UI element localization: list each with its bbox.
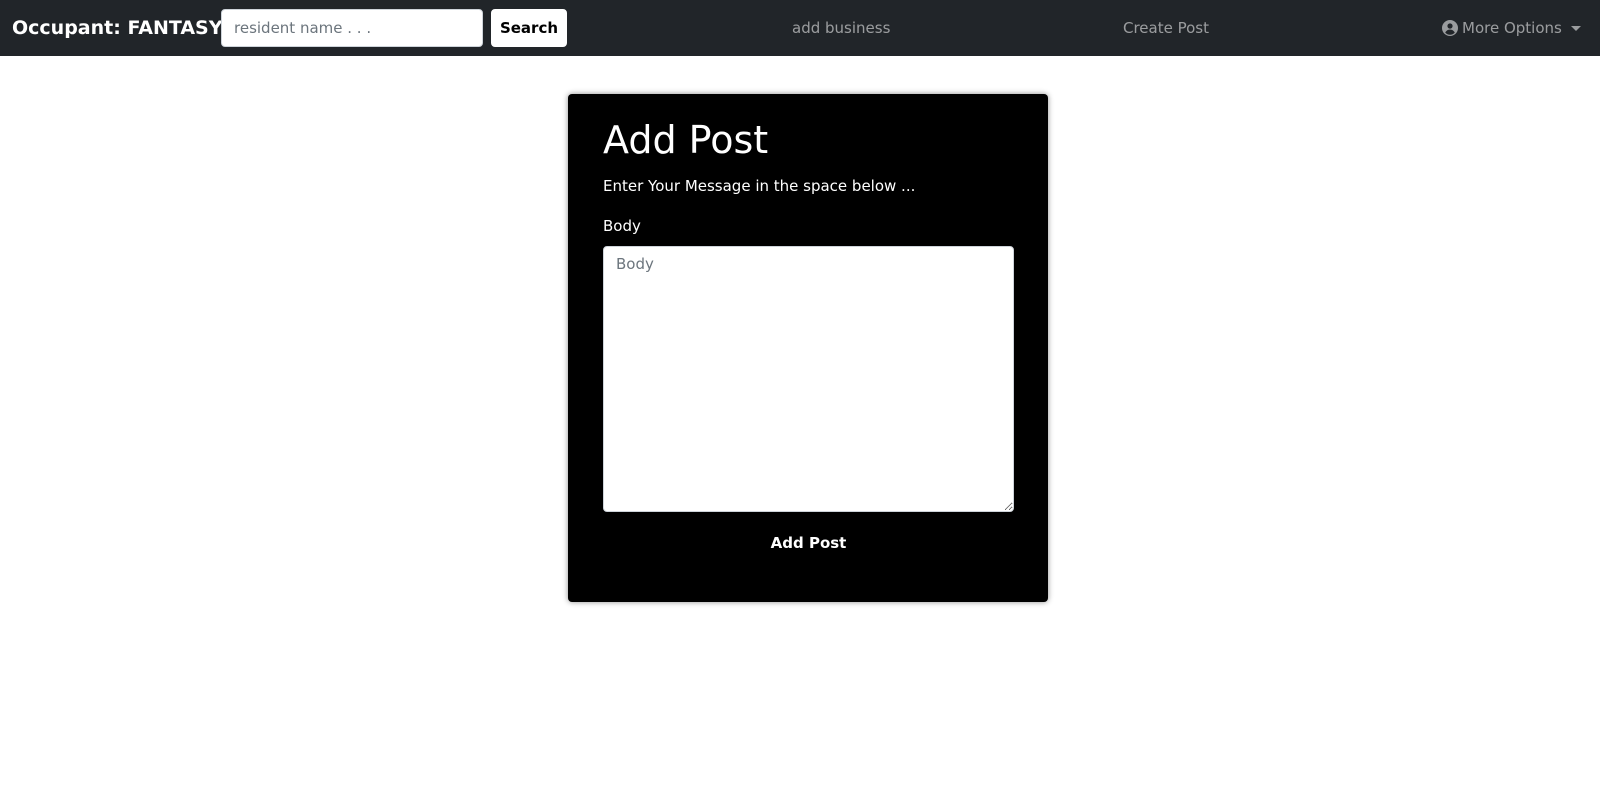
add-post-button[interactable]: Add Post (603, 525, 1014, 561)
form-instructions: Enter Your Message in the space below ..… (603, 177, 916, 195)
user-circle-icon (1442, 20, 1458, 36)
resident-search-input[interactable] (221, 9, 483, 47)
page-title: Add Post (603, 118, 769, 162)
search-button[interactable]: Search (491, 9, 567, 47)
add-post-card: Add Post Enter Your Message in the space… (568, 94, 1048, 602)
body-textarea[interactable] (603, 246, 1014, 512)
more-options-dropdown[interactable]: More Options (1442, 17, 1581, 39)
brand-title[interactable]: Occupant: FANTASY (12, 14, 222, 42)
caret-down-icon (1570, 25, 1581, 31)
nav-link-add-business[interactable]: add business (792, 17, 890, 39)
nav-link-create-post[interactable]: Create Post (1123, 17, 1209, 39)
top-navbar: Occupant: FANTASY Search add business Cr… (0, 0, 1600, 56)
more-options-label: More Options (1462, 19, 1562, 37)
body-field-label: Body (603, 217, 641, 235)
